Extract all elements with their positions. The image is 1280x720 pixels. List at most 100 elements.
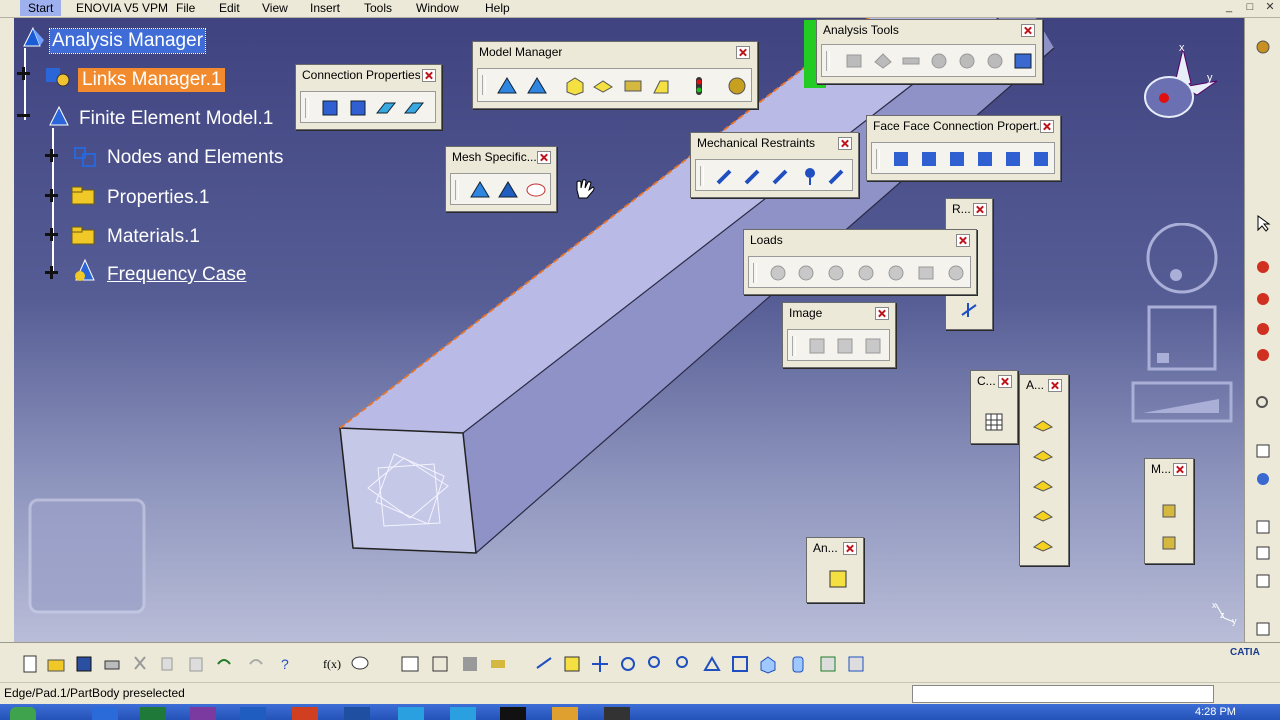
distributed-force-icon[interactable]: [795, 262, 817, 284]
toolbar-an[interactable]: An...: [806, 537, 864, 603]
toolbar-loads[interactable]: Loads: [743, 229, 977, 295]
face-connection-icon[interactable]: [1030, 148, 1052, 170]
menu-file[interactable]: File: [176, 1, 195, 15]
menu-start[interactable]: Start: [20, 0, 62, 16]
extrema-icon[interactable]: [928, 50, 950, 72]
expand-icon[interactable]: [45, 189, 58, 202]
expand-icon[interactable]: [45, 266, 58, 279]
sensor-icon[interactable]: [1254, 290, 1272, 308]
menu-tools[interactable]: Tools: [364, 1, 392, 15]
analysis-layer-icon[interactable]: [1032, 413, 1054, 435]
sensor-icon[interactable]: [1254, 346, 1272, 364]
tree-node-links-manager[interactable]: Links Manager.1: [78, 68, 226, 92]
taskbar-app-icon[interactable]: [500, 707, 526, 720]
contact-connection-icon[interactable]: [347, 97, 369, 119]
toolbar-c[interactable]: C...: [970, 370, 1018, 444]
zoom-out-icon[interactable]: [674, 654, 694, 674]
octree-tetra-mesher-icon[interactable]: [496, 75, 518, 97]
cut-icon[interactable]: [130, 654, 150, 674]
table-icon[interactable]: [400, 654, 420, 674]
amplification-icon[interactable]: [900, 50, 922, 72]
multi-view-icon[interactable]: [730, 654, 750, 674]
force-density-icon[interactable]: [855, 262, 877, 284]
local-mesh-size-icon[interactable]: [469, 179, 491, 201]
close-icon[interactable]: [956, 234, 970, 247]
tree-node-properties[interactable]: Properties.1: [107, 186, 209, 210]
zoom-icon[interactable]: [1254, 394, 1272, 412]
pivot-icon[interactable]: [798, 165, 820, 187]
excel-icon[interactable]: [140, 707, 166, 720]
onenote-icon[interactable]: [190, 707, 216, 720]
fly-mode-icon[interactable]: [534, 654, 554, 674]
close-icon[interactable]: [838, 137, 852, 150]
swap-visible-icon[interactable]: [846, 654, 866, 674]
close-icon[interactable]: [998, 375, 1012, 388]
tree-node-frequency-case[interactable]: Frequency Case: [107, 263, 246, 287]
face-connection-icon[interactable]: [1002, 148, 1024, 170]
taskbar-app-icon[interactable]: [92, 707, 118, 720]
virtual-part-icon[interactable]: [958, 299, 980, 321]
skype-icon[interactable]: [398, 707, 424, 720]
temperature-field-icon[interactable]: [915, 262, 937, 284]
close-window-button[interactable]: ✕: [1263, 1, 1277, 14]
help-icon[interactable]: ?: [276, 654, 296, 674]
animate-icon[interactable]: [844, 50, 866, 72]
toolbar-image[interactable]: Image: [782, 302, 896, 368]
gear-icon[interactable]: [1254, 38, 1272, 56]
tree-node-materials[interactable]: Materials.1: [107, 225, 200, 249]
user-defined-restraint-icon[interactable]: [826, 165, 848, 187]
image-layout-icon[interactable]: [984, 50, 1006, 72]
fastened-connection-icon[interactable]: [375, 97, 397, 119]
close-icon[interactable]: [736, 46, 750, 59]
powerpoint-icon[interactable]: [292, 707, 318, 720]
toolbar-a[interactable]: A...: [1019, 374, 1069, 566]
toolbar-analysis-tools[interactable]: Analysis Tools: [816, 19, 1043, 84]
slider-connection-icon[interactable]: [319, 97, 341, 119]
face-connection-icon[interactable]: [890, 148, 912, 170]
material-icon[interactable]: [1158, 531, 1180, 553]
outlook-icon[interactable]: [240, 707, 266, 720]
analysis-assembly-icon[interactable]: [827, 568, 849, 590]
imported-material-icon[interactable]: [650, 75, 672, 97]
expand-icon[interactable]: [45, 228, 58, 241]
sensor-icon[interactable]: [1012, 50, 1034, 72]
menu-help[interactable]: Help: [485, 1, 510, 15]
zoom-in-icon[interactable]: [646, 654, 666, 674]
page-icon[interactable]: [1254, 544, 1272, 562]
toolbar-mechanical-restraints[interactable]: Mechanical Restraints: [690, 132, 859, 198]
cursor-icon[interactable]: [1254, 470, 1272, 488]
toolbar-model-manager[interactable]: Model Manager: [472, 41, 758, 109]
close-icon[interactable]: [1021, 24, 1035, 37]
paste-icon[interactable]: [186, 654, 206, 674]
menu-edit[interactable]: Edit: [219, 1, 240, 15]
toolbar-face-face-connection[interactable]: Face Face Connection Propert...: [866, 115, 1061, 181]
select-arrow-icon[interactable]: [1254, 214, 1272, 232]
triangle-mesher-icon[interactable]: [526, 75, 548, 97]
toolbar-mesh-specifications[interactable]: Mesh Specific...: [445, 146, 557, 212]
user-material-icon[interactable]: [622, 75, 644, 97]
print-icon[interactable]: [102, 654, 122, 674]
displacement-icon[interactable]: [862, 335, 884, 357]
close-icon[interactable]: [973, 203, 987, 216]
2d-property-icon[interactable]: [592, 75, 614, 97]
hide-show-icon[interactable]: [818, 654, 838, 674]
restore-window-button[interactable]: □: [1243, 1, 1257, 14]
page-icon[interactable]: [1254, 572, 1272, 590]
clamp-icon[interactable]: [714, 165, 736, 187]
menu-insert[interactable]: Insert: [310, 1, 340, 15]
compute-icon[interactable]: [983, 411, 1005, 433]
model-checker-icon[interactable]: [688, 75, 710, 97]
ball-join-icon[interactable]: [770, 165, 792, 187]
analysis-layer-icon[interactable]: [1032, 473, 1054, 495]
formula-icon[interactable]: f(x): [322, 654, 342, 674]
pan-icon[interactable]: [590, 654, 610, 674]
open-folder-icon[interactable]: [46, 654, 66, 674]
catalog-icon[interactable]: [460, 654, 480, 674]
analysis-layer-icon[interactable]: [1032, 503, 1054, 525]
new-file-icon[interactable]: [20, 654, 40, 674]
material-icon[interactable]: [1158, 499, 1180, 521]
toolbar-connection-properties[interactable]: Connection Properties: [295, 64, 442, 130]
tree-node-finite-element-model[interactable]: Finite Element Model.1: [79, 107, 273, 131]
face-connection-icon[interactable]: [974, 148, 996, 170]
analysis-layer-icon[interactable]: [1032, 533, 1054, 555]
